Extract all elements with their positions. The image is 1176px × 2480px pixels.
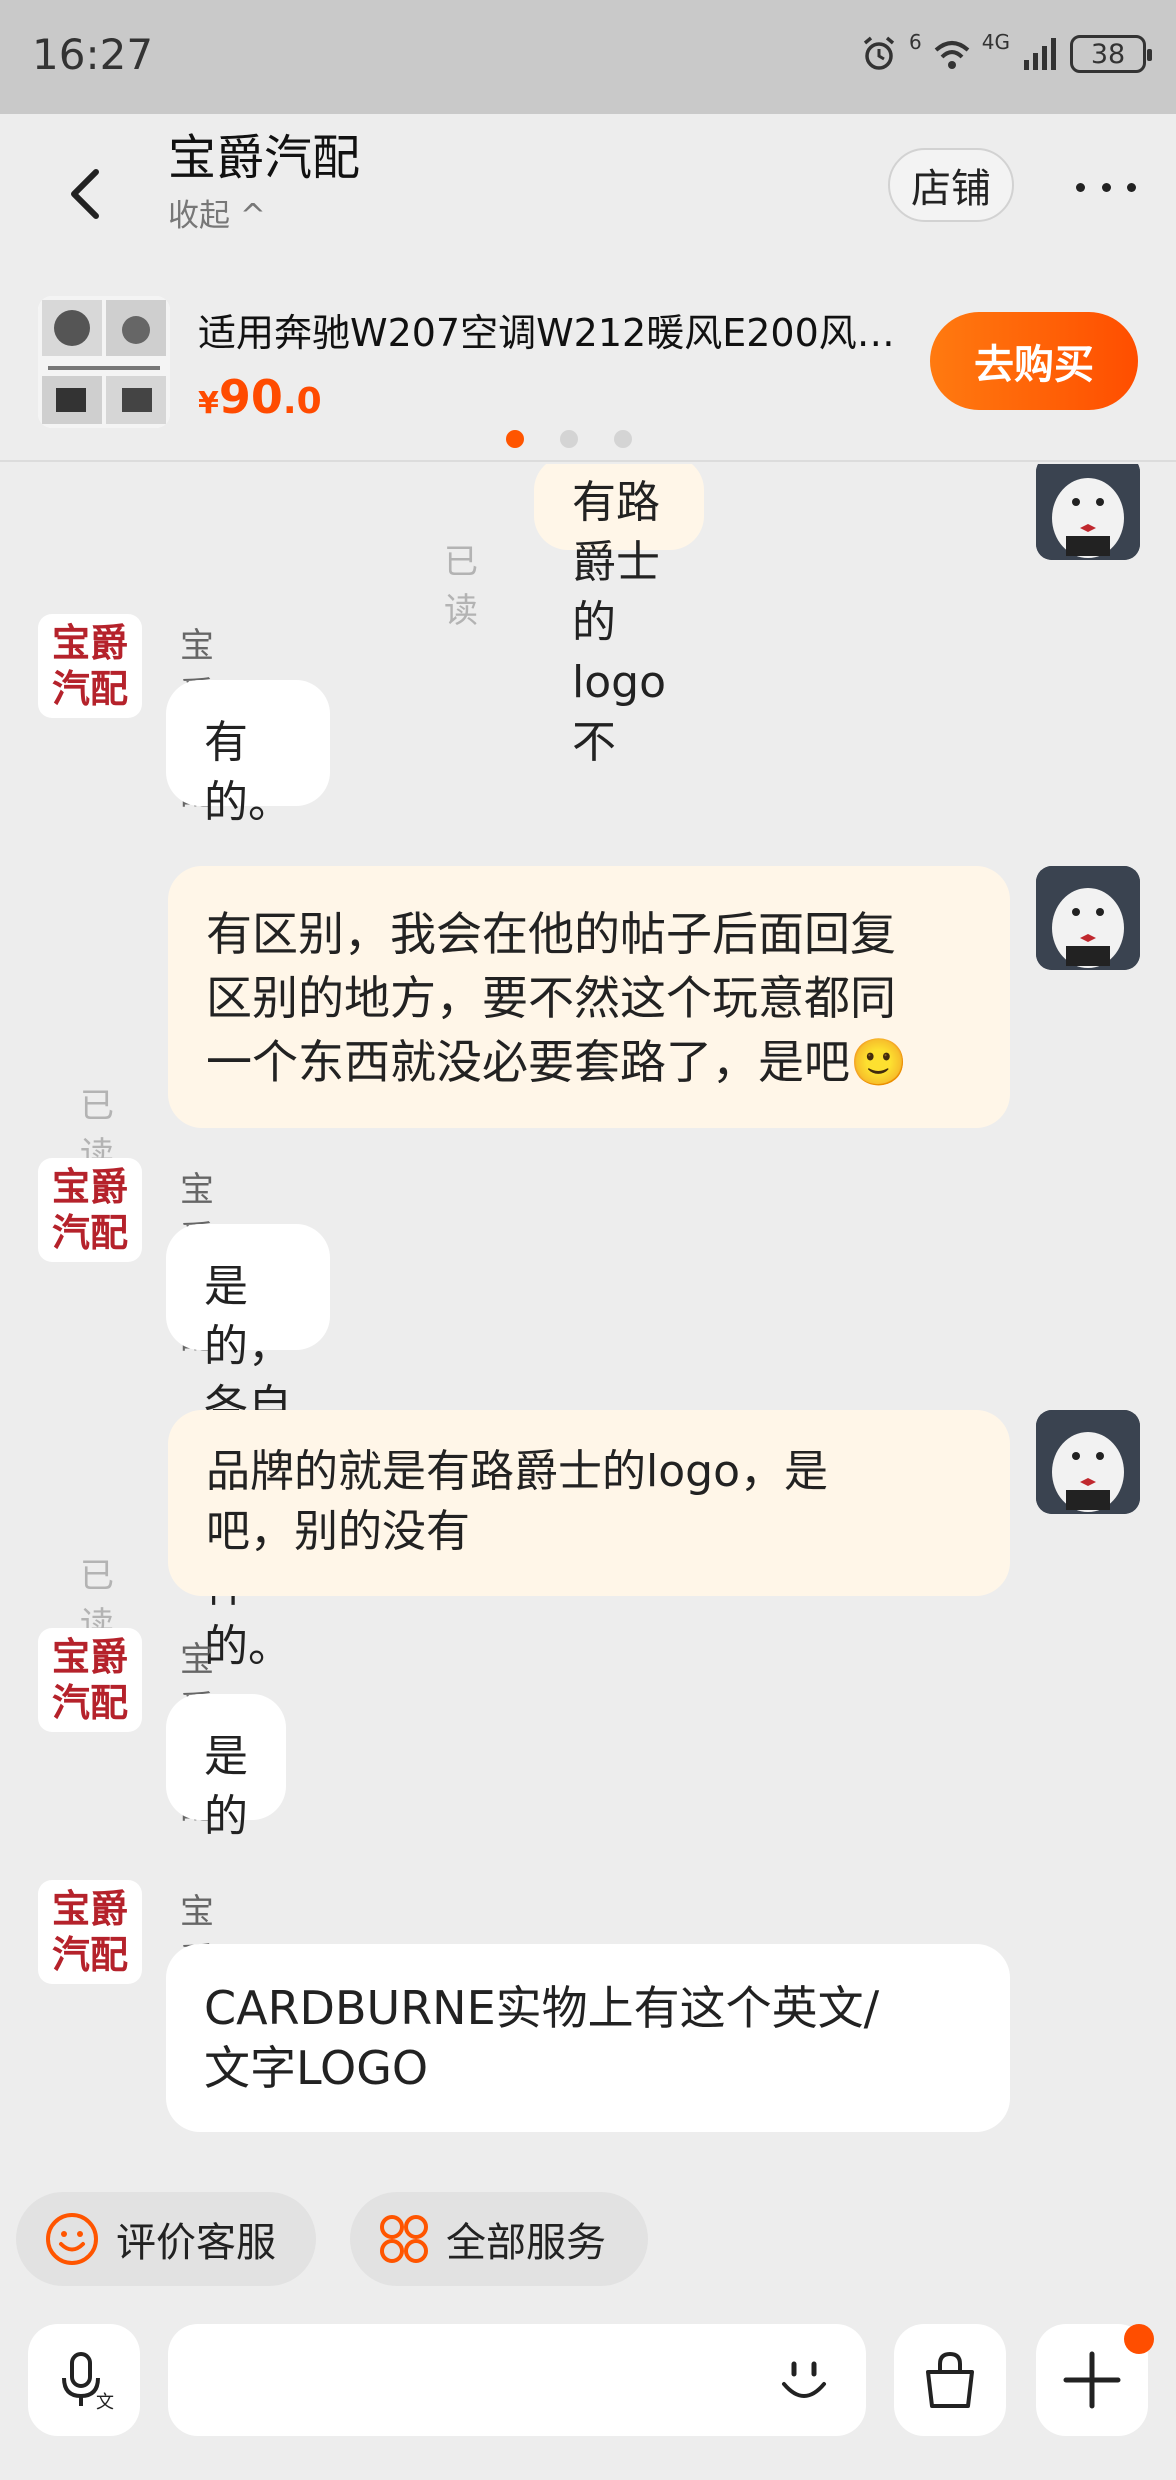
all-services-label: 全部服务	[446, 2220, 606, 2266]
status-icons: 6 4G 38	[859, 30, 1152, 74]
message-bubble[interactable]: 有的。	[166, 680, 330, 828]
rate-service-label: 评价客服	[116, 2220, 276, 2266]
dot-icon	[1076, 182, 1085, 192]
chevron-left-icon	[71, 169, 99, 219]
user-avatar[interactable]	[1036, 1410, 1140, 1514]
shop-avatar-line1: 宝爵	[51, 621, 128, 665]
user-avatar[interactable]	[1036, 866, 1140, 970]
store-button[interactable]: 店铺	[888, 148, 1014, 222]
penguin-avatar-icon	[1036, 866, 1140, 970]
wifi-icon	[934, 41, 970, 69]
shop-avatar[interactable]: 宝爵 汽配	[38, 1880, 142, 1984]
message-bubble[interactable]: 有区别，我会在他的帖子后面回复 区别的地方，要不然这个玩意都同 一个东西就没必要…	[168, 866, 1010, 1128]
shop-avatar-line2: 汽配	[51, 667, 128, 711]
product-title[interactable]: 适用奔驰W207空调W212暖风E200风…	[198, 302, 933, 357]
all-services-button[interactable]: 全部服务	[350, 2192, 648, 2286]
voice-input-button[interactable]: 文	[28, 2324, 140, 2436]
carousel-dots	[506, 430, 632, 448]
rate-service-button[interactable]: 评价客服	[16, 2192, 316, 2286]
message-bubble[interactable]: 是的，各自不同 不一样的。	[166, 1224, 330, 1672]
message-line: 区别的地方，要不然这个玩意都同	[206, 971, 896, 1025]
smiley-icon	[46, 2213, 98, 2265]
message-line: 吧，别的没有	[206, 1506, 470, 1557]
carousel-dot-active[interactable]	[506, 430, 524, 448]
price-decimal: .0	[282, 381, 322, 422]
message-line: CARDBURNE实物上有这个英文/	[204, 1981, 880, 2035]
services-grid-icon	[380, 2215, 428, 2263]
shop-avatar[interactable]: 宝爵 汽配	[38, 1158, 142, 1262]
price-currency: ¥	[198, 386, 219, 421]
message-input[interactable]	[168, 2324, 866, 2436]
emoji-button[interactable]	[764, 2340, 844, 2420]
message-bubble[interactable]: CARDBURNE实物上有这个英文/ 文字LOGO	[166, 1944, 1010, 2132]
collapse-toggle[interactable]: 收起 ^	[168, 190, 266, 235]
emoji-icon	[782, 2361, 826, 2398]
carousel-dot[interactable]	[614, 430, 632, 448]
message-bubble[interactable]: 品牌的就是有路爵士的logo，是 吧，别的没有	[168, 1410, 1010, 1596]
header-divider	[0, 460, 1176, 462]
carousel-dot[interactable]	[560, 430, 578, 448]
penguin-avatar-icon	[1036, 464, 1140, 560]
message-bubble[interactable]: 有路爵士的logo不	[534, 464, 704, 768]
svg-text:文: 文	[96, 2392, 114, 2412]
shop-avatar[interactable]: 宝爵 汽配	[38, 614, 142, 718]
message-line: 一个东西就没必要套路了，是吧🙂	[206, 1035, 908, 1089]
alarm-icon	[863, 36, 895, 70]
battery-indicator: 38	[1070, 35, 1152, 73]
user-avatar[interactable]	[1036, 464, 1140, 560]
shop-avatar-line1: 宝爵	[51, 1887, 128, 1931]
shop-title: 宝爵汽配	[168, 130, 361, 186]
status-bar: 16:27 6 4G 38	[0, 0, 1176, 114]
message-bubble[interactable]: 是的	[166, 1694, 286, 1842]
back-button[interactable]	[56, 154, 116, 234]
price-integer: 90	[218, 370, 283, 424]
network-label: 4G	[981, 30, 1010, 54]
wifi-label: 6	[909, 30, 922, 54]
product-card[interactable]: 适用奔驰W207空调W212暖风E200风… ¥90.0 去购买	[0, 290, 1176, 450]
shop-avatar[interactable]: 宝爵 汽配	[38, 1628, 142, 1732]
chat-header: 宝爵汽配 收起 ^ 店铺 适用奔驰W207空调W212暖风E200风… ¥90.…	[0, 114, 1176, 464]
product-image	[38, 296, 170, 428]
status-time: 16:27	[32, 30, 154, 79]
product-thumbnail[interactable]	[38, 296, 170, 428]
product-price: ¥90.0	[198, 370, 322, 424]
input-bar: 文	[0, 2300, 1176, 2480]
notification-dot	[1124, 2324, 1154, 2354]
shop-avatar-line2: 汽配	[51, 1933, 128, 1977]
dot-icon	[1127, 182, 1136, 192]
plus-icon	[1063, 2351, 1121, 2409]
message-line: 品牌的就是有路爵士的logo，是	[206, 1446, 828, 1497]
shopping-bag-icon	[926, 2351, 974, 2408]
shop-avatar-line2: 汽配	[51, 1211, 128, 1255]
shop-avatar-line1: 宝爵	[51, 1635, 128, 1679]
shop-avatar-line2: 汽配	[51, 1681, 128, 1725]
buy-now-button[interactable]: 去购买	[930, 312, 1138, 410]
chat-list[interactable]: 有路爵士的logo不 已读 宝爵 汽配 宝爵汽配 有的。 有区别，我会在他的帖子…	[0, 464, 1176, 2174]
message-line: 文字LOGO	[204, 2041, 429, 2095]
dot-icon	[1101, 182, 1111, 192]
signal-icon	[1024, 38, 1056, 70]
penguin-avatar-icon	[1036, 1410, 1140, 1514]
shopping-bag-button[interactable]	[894, 2324, 1006, 2436]
more-options-button[interactable]	[1076, 172, 1136, 202]
shop-avatar-line1: 宝爵	[51, 1165, 128, 1209]
microphone-icon: 文	[62, 2352, 114, 2412]
read-receipt: 已读	[444, 542, 478, 631]
message-line: 有区别，我会在他的帖子后面回复	[206, 907, 896, 961]
